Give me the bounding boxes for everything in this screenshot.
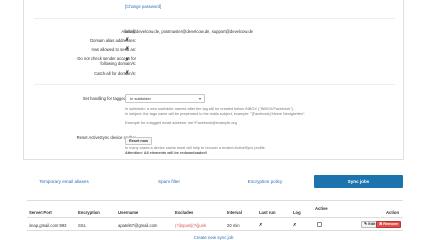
send-as-label: Has allowed to send as: — [91, 47, 136, 52]
aliases-value: info@develcow.de, postmaster@develcow.de… — [125, 29, 253, 34]
tagged-mail-select[interactable]: In subfolder — [125, 94, 205, 103]
col-server-port: Server:Port — [29, 210, 52, 215]
tab-sync-jobs[interactable]: Sync jobs — [314, 175, 403, 188]
table-top-border — [27, 200, 403, 201]
row-username: apatel67@gmail.com — [118, 223, 158, 228]
create-sync-job-link[interactable]: Create new sync job — [0, 235, 427, 240]
row-log: ✗ — [293, 222, 297, 227]
table-row-border — [27, 230, 403, 231]
tagged-mail-example: Example for a tagged email address: me+F… — [125, 121, 237, 125]
change-password-link[interactable]: [Change password] — [125, 4, 161, 9]
account-tabs: Temporary email aliases Spam filter Encr… — [0, 175, 427, 188]
col-active: Active — [315, 206, 328, 211]
activesync-help-2: Attention: All elements will be redownlo… — [125, 151, 207, 155]
chevron-down-icon — [199, 98, 201, 100]
tagged-mail-select-value: In subfolder — [130, 96, 151, 101]
catch-all-value: ✗ — [125, 70, 130, 76]
row-interval: 20 min — [227, 223, 240, 228]
col-log: Log — [293, 210, 301, 215]
catch-all-label: Catch-all for domain/s: — [94, 71, 136, 76]
send-as-value: ✗ — [125, 46, 130, 52]
tab-temporary-aliases[interactable]: Temporary email aliases — [20, 175, 108, 188]
col-action: Action — [386, 210, 400, 215]
row-last-run: ✗ — [259, 222, 263, 227]
remove-syncjob-button[interactable]: ✖ Remove — [376, 221, 402, 228]
col-last-run: Last run — [259, 210, 276, 215]
row-encryption: SSL — [78, 223, 86, 228]
row-active-checkbox[interactable] — [317, 222, 322, 227]
account-details-card: [Change password] Aliases: info@develcow… — [23, 0, 404, 160]
col-encryption: Encryption — [78, 210, 100, 215]
row-excludes: (?i)spam|(?i)junk — [175, 223, 207, 228]
sender-access-value: ✗ — [125, 57, 130, 63]
table-header-border — [27, 217, 403, 218]
col-username: Username — [118, 210, 139, 215]
row-server-port: imap.gmail.com:993 — [29, 223, 67, 228]
col-excludes: Excludes — [175, 210, 194, 215]
domain-alias-value: ✗ — [125, 37, 130, 43]
tagged-mail-help-2: In subject: the tags name will be prepen… — [125, 112, 306, 116]
divider — [34, 18, 395, 19]
divider — [34, 84, 395, 85]
reset-activesync-button[interactable]: Reset now — [125, 137, 152, 145]
col-interval: Interval — [227, 210, 242, 215]
tab-encryption-policy[interactable]: Encryption policy — [218, 175, 312, 188]
tab-spam-filter[interactable]: Spam filter — [120, 175, 218, 188]
